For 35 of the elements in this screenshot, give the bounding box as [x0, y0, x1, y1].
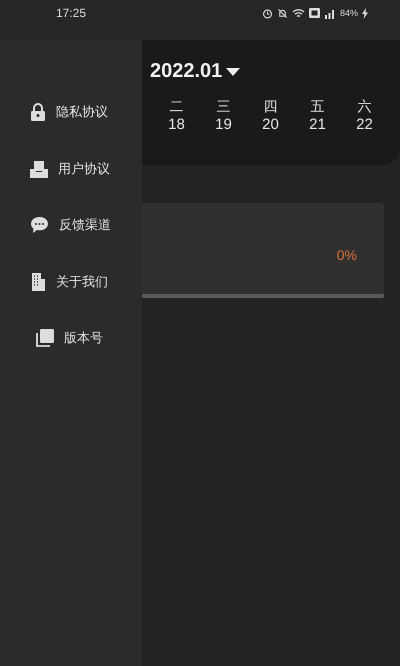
calendar-day[interactable]: 三 19 [200, 97, 247, 134]
building-icon [30, 272, 46, 291]
copy-icon [36, 329, 54, 348]
muted-bell-icon [276, 8, 288, 18]
signal-icon [324, 8, 336, 18]
weekday-label: 六 [358, 97, 372, 115]
calendar-day[interactable]: 四 20 [247, 97, 294, 134]
drawer-item[interactable]: 版本号 [0, 310, 142, 366]
drawer-item[interactable]: 隐私协议 [0, 84, 142, 140]
month-selector[interactable]: 2022.01 [150, 60, 240, 83]
charging-icon [362, 8, 368, 18]
caret-icon [226, 68, 240, 76]
date-number: 19 [215, 115, 232, 134]
weekday-label: 五 [310, 97, 324, 115]
drawer-item[interactable]: 反馈渠道 [0, 197, 142, 254]
calendar-day[interactable]: 六 22 [341, 97, 388, 134]
calendar-day[interactable]: 五 21 [294, 97, 341, 134]
date-number: 22 [356, 115, 373, 134]
battery-percent: 84% [340, 8, 358, 18]
lock-icon [30, 103, 46, 122]
calendar-day[interactable]: 二 18 [153, 97, 200, 134]
status-time: 17:25 [56, 6, 86, 20]
date-number: 18 [168, 115, 185, 134]
weekday-label: 四 [264, 97, 278, 115]
weekday-label: 二 [170, 97, 184, 115]
alarm-icon [262, 8, 273, 18]
chat-bubble-icon [30, 216, 49, 234]
drawer-item[interactable]: 用户协议 [0, 140, 142, 197]
weekday-label: 三 [216, 97, 230, 115]
date-number: 21 [309, 115, 326, 134]
inbox-icon [30, 160, 48, 178]
wifi-icon [292, 8, 305, 18]
date-number: 20 [262, 115, 279, 134]
progress-percent: 0% [336, 247, 357, 263]
drawer-item[interactable]: 关于我们 [0, 254, 142, 310]
